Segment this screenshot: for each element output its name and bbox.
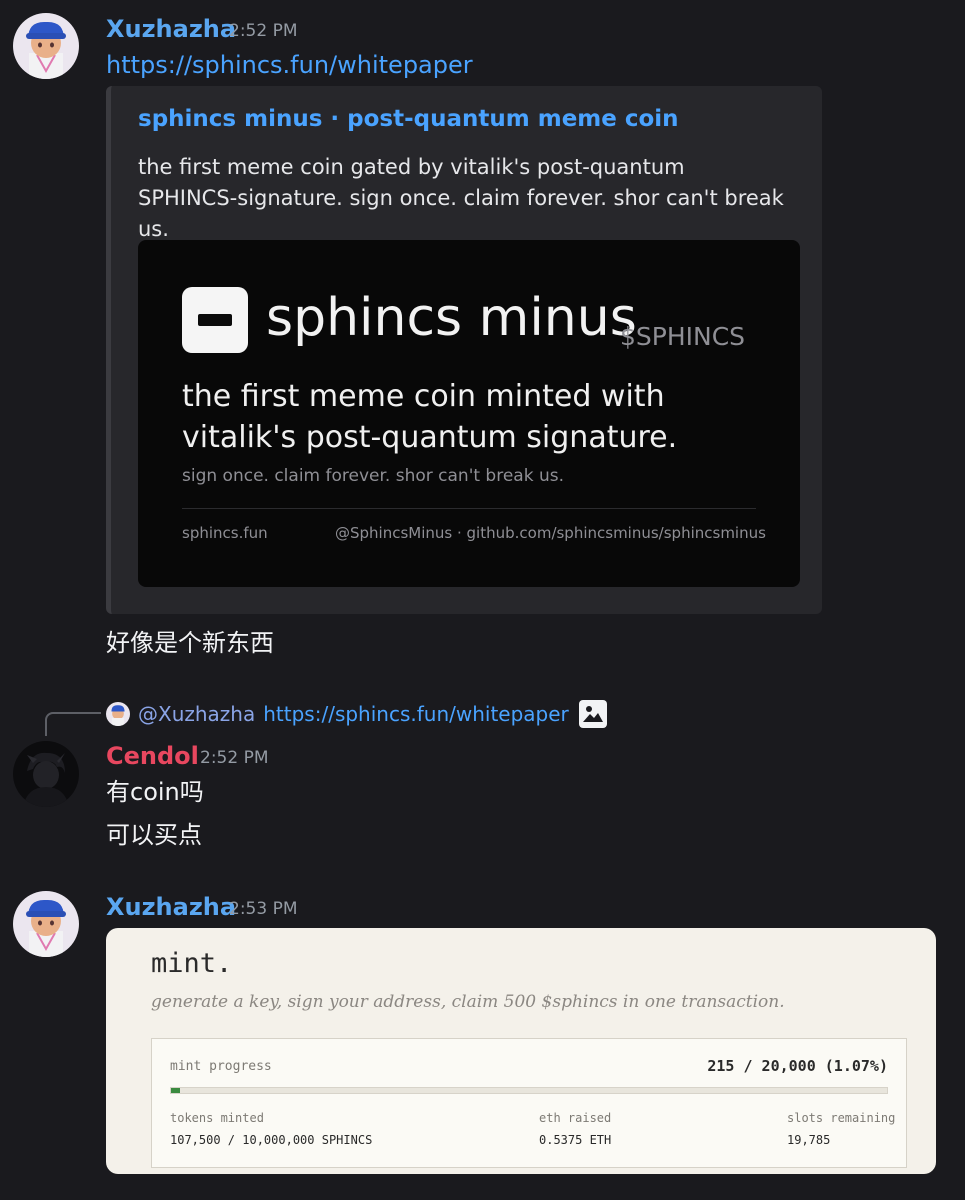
link-embed: sphincs minus · post-quantum meme coin t… xyxy=(106,86,822,614)
mint-title: mint. xyxy=(151,948,233,979)
embed-image-divider xyxy=(182,508,756,509)
message-link[interactable]: https://sphincs.fun/whitepaper xyxy=(106,48,473,82)
stat-value-eth: 0.5375 ETH xyxy=(539,1133,612,1147)
avatar-cendol-image xyxy=(13,741,79,807)
embed-image-brand: sphincs minus xyxy=(266,288,637,348)
stat-label-slots: slots remaining xyxy=(787,1111,896,1125)
message-timestamp: 2:53 PM xyxy=(229,899,298,919)
username-xuzhazha[interactable]: Xuzhazha xyxy=(106,14,236,44)
mint-progress-label: mint progress xyxy=(170,1059,272,1074)
reply-link[interactable]: https://sphincs.fun/whitepaper xyxy=(263,702,569,726)
mint-subtitle: generate a key, sign your address, claim… xyxy=(151,992,785,1012)
avatar-xuzhazha-image xyxy=(13,13,79,79)
embed-image-ticker: $SPHINCS xyxy=(620,322,746,351)
avatar-cendol[interactable] xyxy=(13,741,79,807)
embed-image-footer-left: sphincs.fun xyxy=(182,524,268,542)
embed-description: the first meme coin gated by vitalik's p… xyxy=(138,155,784,241)
message-text: 好像是个新东西 xyxy=(106,629,274,657)
stat-value-slots: 19,785 xyxy=(787,1133,831,1147)
reply-connector xyxy=(45,712,101,736)
mint-progress-count: 215 / 20,000 (1.07%) xyxy=(707,1057,888,1075)
reply-reference[interactable]: @Xuzhazha https://sphincs.fun/whitepaper xyxy=(106,700,607,728)
stat-label-eth: eth raised xyxy=(539,1111,612,1125)
mint-card-image[interactable]: mint. generate a key, sign your address,… xyxy=(106,928,936,1174)
reply-mention[interactable]: @Xuzhazha xyxy=(138,702,255,726)
sphincs-logo-icon xyxy=(182,287,248,353)
message-text: 可以买点 xyxy=(106,821,202,849)
reply-avatar xyxy=(106,702,130,726)
avatar-xuzhazha[interactable] xyxy=(13,891,79,957)
embed-image[interactable]: sphincs minus $SPHINCS the first meme co… xyxy=(138,240,800,587)
stat-value-tokens: 107,500 / 10,000,000 SPHINCS xyxy=(170,1133,373,1147)
mint-progress-fill xyxy=(171,1088,180,1093)
mint-progress-bar xyxy=(170,1087,888,1094)
mint-progress-panel: mint progress 215 / 20,000 (1.07%) token… xyxy=(151,1038,907,1168)
image-icon xyxy=(578,700,607,728)
avatar-xuzhazha[interactable] xyxy=(13,13,79,79)
embed-image-tagline: sign once. claim forever. shor can't bre… xyxy=(182,466,565,486)
message-timestamp: 2:52 PM xyxy=(229,21,298,41)
embed-title[interactable]: sphincs minus · post-quantum meme coin xyxy=(138,106,679,132)
embed-image-headline: the first meme coin minted with vitalik'… xyxy=(182,379,678,455)
message-text: 有coin吗 xyxy=(106,778,204,806)
embed-image-footer-right: @SphincsMinus · github.com/sphincsminus/… xyxy=(335,524,766,542)
stat-label-tokens: tokens minted xyxy=(170,1111,264,1125)
avatar-xuzhazha-image xyxy=(13,891,79,957)
message-timestamp: 2:52 PM xyxy=(200,748,269,768)
username-xuzhazha[interactable]: Xuzhazha xyxy=(106,892,236,922)
username-cendol[interactable]: Cendol xyxy=(106,741,199,771)
